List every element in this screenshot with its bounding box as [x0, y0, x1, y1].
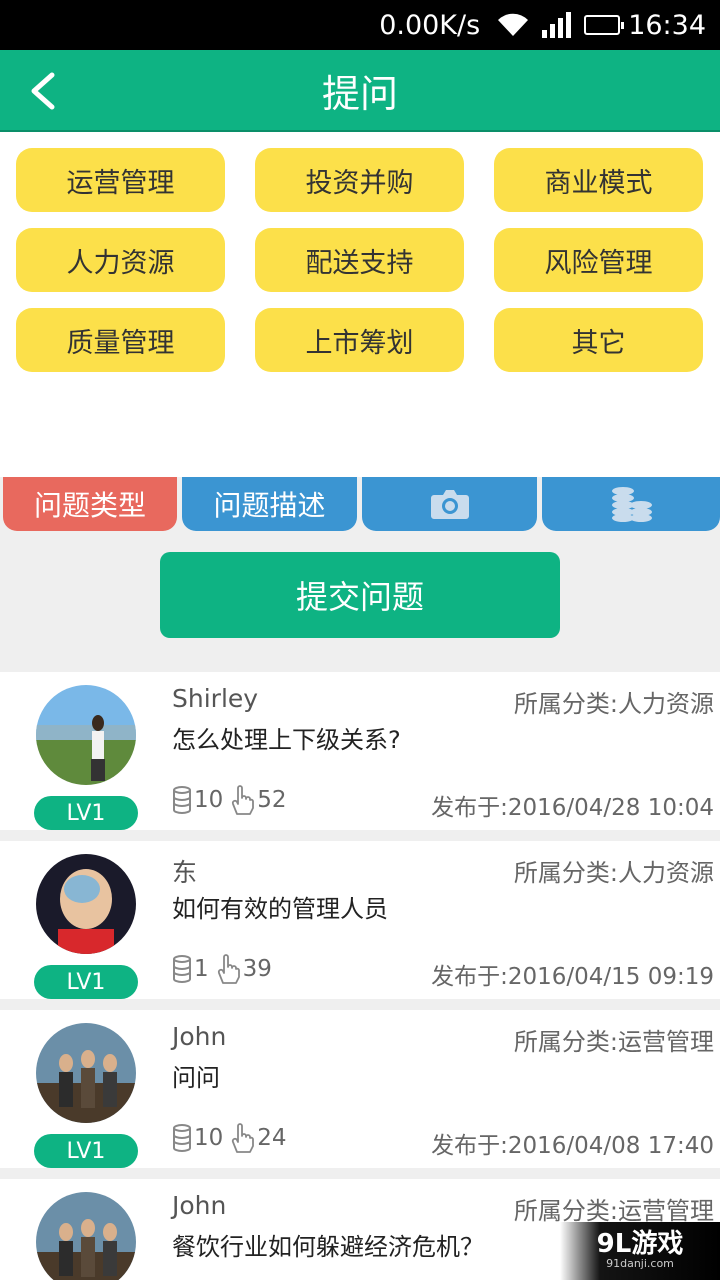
category-chip[interactable]: 人力资源 — [16, 228, 225, 292]
battery-icon — [584, 15, 625, 35]
question-stats: 1 39 — [172, 953, 272, 985]
title-bar: 提问 — [0, 50, 720, 132]
category-grid: 运营管理 投资并购 商业模式 人力资源 配送支持 风险管理 质量管理 上市筹划 … — [0, 132, 720, 477]
category-chip[interactable]: 其它 — [494, 308, 703, 372]
user-name: Shirley — [172, 684, 259, 713]
question-stats: 10 52 — [172, 784, 287, 816]
tap-hand-icon — [232, 785, 255, 815]
tab-question-type[interactable]: 问题类型 — [3, 477, 177, 531]
status-bar: 0.00K/s 16:34 — [0, 0, 720, 50]
watermark-brand: 9L游戏 — [596, 1229, 684, 1260]
category-chip[interactable]: 投资并购 — [255, 148, 464, 212]
page-title: 提问 — [321, 71, 398, 116]
signal-icon — [542, 12, 572, 38]
network-speed: 0.00K/s — [379, 9, 481, 41]
coin-stack-icon — [173, 1124, 191, 1152]
avatar[interactable] — [36, 1023, 136, 1123]
submit-area: 提交问题 — [0, 531, 720, 672]
user-name: 东 — [172, 858, 198, 887]
like-count: 24 — [257, 1125, 287, 1151]
like-count: 39 — [242, 956, 272, 982]
avatar[interactable] — [36, 685, 136, 785]
question-text: 餐饮行业如何躲避经济危机？ — [172, 1233, 484, 1261]
question-category: 所属分类:运营管理 — [513, 1028, 714, 1056]
category-chip[interactable]: 配送支持 — [255, 228, 464, 292]
watermark-url: 91danji.com — [606, 1257, 674, 1271]
posted-time: 发布于:2016/04/08 17:40 — [431, 1133, 714, 1159]
submit-question-button[interactable]: 提交问题 — [160, 552, 560, 638]
tab-reward[interactable] — [542, 477, 720, 531]
list-item[interactable]: LV1 John 所属分类:运营管理 问问 10 24 发布于:2016/04/… — [0, 1010, 720, 1168]
question-category: 所属分类:人力资源 — [513, 859, 714, 887]
tab-photo[interactable] — [362, 477, 537, 531]
camera-icon — [430, 490, 469, 519]
like-count: 52 — [257, 787, 287, 813]
user-name: John — [172, 1191, 227, 1220]
question-tabs: 问题类型 问题描述 — [0, 477, 720, 531]
tap-hand-icon — [217, 954, 240, 984]
tap-hand-icon — [232, 1123, 255, 1153]
avatar[interactable] — [36, 854, 136, 954]
question-text: 问问 — [172, 1064, 220, 1092]
user-name: John — [172, 1022, 227, 1051]
posted-time: 发布于:2016/04/28 10:04 — [431, 795, 714, 821]
category-chip[interactable]: 商业模式 — [494, 148, 703, 212]
level-badge: LV1 — [34, 1134, 138, 1168]
list-item[interactable]: LV1 东 所属分类:人力资源 如何有效的管理人员 1 39 发布于:2016/… — [0, 841, 720, 999]
back-button[interactable] — [20, 66, 64, 116]
coin-count: 1 — [194, 956, 209, 982]
tab-question-description[interactable]: 问题描述 — [182, 477, 357, 531]
coins-icon — [612, 487, 652, 522]
back-arrow-icon — [31, 72, 55, 110]
coin-stack-icon — [173, 955, 191, 983]
coin-count: 10 — [194, 787, 224, 813]
category-chip[interactable]: 运营管理 — [16, 148, 225, 212]
category-chip[interactable]: 风险管理 — [494, 228, 703, 292]
category-chip[interactable]: 质量管理 — [16, 308, 225, 372]
question-category: 所属分类:运营管理 — [513, 1197, 714, 1225]
question-category: 所属分类:人力资源 — [513, 690, 714, 718]
site-watermark: 9L游戏 91danji.com — [560, 1222, 720, 1280]
avatar[interactable] — [36, 1192, 136, 1280]
coin-count: 10 — [194, 1125, 224, 1151]
coin-stack-icon — [173, 786, 191, 814]
clock: 16:34 — [628, 9, 706, 41]
level-badge: LV1 — [34, 965, 138, 999]
list-item[interactable]: LV1 Shirley 所属分类:人力资源 怎么处理上下级关系? 10 52 发… — [0, 672, 720, 830]
question-text: 如何有效的管理人员 — [172, 895, 388, 923]
posted-time: 发布于:2016/04/15 09:19 — [431, 964, 714, 990]
wifi-icon — [496, 12, 530, 38]
question-stats: 10 24 — [172, 1122, 287, 1154]
question-text: 怎么处理上下级关系? — [172, 726, 401, 754]
level-badge: LV1 — [34, 796, 138, 830]
category-chip[interactable]: 上市筹划 — [255, 308, 464, 372]
